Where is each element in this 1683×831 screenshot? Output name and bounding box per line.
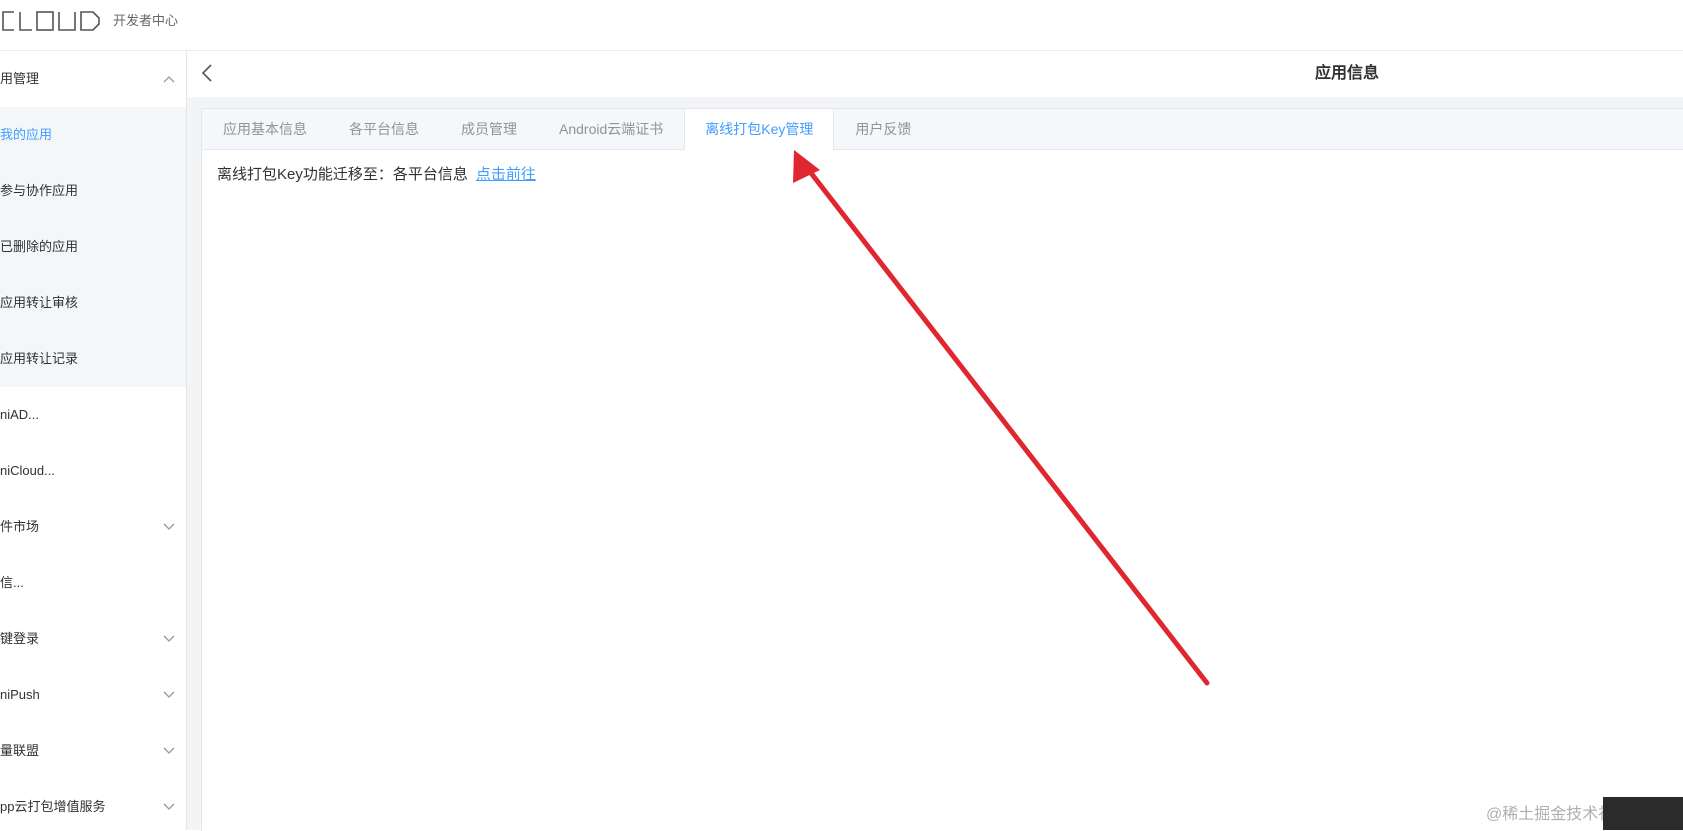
sidebar-item-traffic-alliance[interactable]: 量联盟: [0, 723, 186, 779]
migration-message: 离线打包Key功能迁移至：各平台信息: [217, 166, 468, 183]
chevron-left-icon: [201, 64, 212, 82]
chevron-down-icon: [162, 779, 176, 830]
sidebar: 用管理 我的应用 参与协作应用 已删除的应用 应用转让审核 应用转让记录 niA…: [0, 51, 187, 830]
tab-basic-info[interactable]: 应用基本信息: [202, 109, 328, 149]
sidebar-item-transfer-review[interactable]: 应用转让审核: [0, 275, 186, 331]
chevron-down-icon: [162, 611, 176, 667]
sidebar-item-unipush[interactable]: niPush: [0, 667, 186, 723]
sidebar-item-uniad[interactable]: niAD...: [0, 387, 186, 443]
sidebar-item-label: 量联盟: [0, 743, 40, 758]
logo-subtitle: 开发者中心: [113, 13, 179, 28]
corner-thumbnail: [1603, 797, 1683, 830]
sidebar-item-label: 件市场: [0, 519, 40, 534]
page-title: 应用信息: [1315, 65, 1380, 82]
chevron-down-icon: [162, 723, 176, 779]
sidebar-item-collab-apps[interactable]: 参与协作应用: [0, 163, 186, 219]
tab-members[interactable]: 成员管理: [440, 109, 538, 149]
sidebar-item-app-management[interactable]: 用管理: [0, 51, 186, 107]
sidebar-item-unicloud[interactable]: niCloud...: [0, 443, 186, 499]
chevron-down-icon: [162, 499, 176, 555]
migration-notice: 离线打包Key功能迁移至：各平台信息 点击前往: [217, 163, 536, 184]
sidebar-item-one-click-login[interactable]: 键登录: [0, 611, 186, 667]
sidebar-item-label: 应用转让记录: [0, 351, 79, 366]
sidebar-item-label: pp云打包增值服务: [0, 799, 106, 814]
sidebar-item-deleted-apps[interactable]: 已删除的应用: [0, 219, 186, 275]
tab-feedback[interactable]: 用户反馈: [834, 109, 932, 149]
sidebar-item-label: 已删除的应用: [0, 239, 79, 254]
back-button[interactable]: [197, 61, 217, 85]
sidebar-item-label: 应用转让审核: [0, 295, 79, 310]
tab-offline-key[interactable]: 离线打包Key管理: [684, 109, 835, 150]
sidebar-item-transfer-records[interactable]: 应用转让记录: [0, 331, 186, 387]
sidebar-item-label: niCloud...: [0, 463, 55, 478]
chevron-up-icon: [162, 51, 176, 107]
sidebar-item-label: 键登录: [0, 631, 40, 646]
sidebar-item-label: 用管理: [0, 71, 40, 86]
sidebar-item-label: 参与协作应用: [0, 183, 79, 198]
sidebar-item-label: 信...: [0, 575, 24, 590]
sidebar-item-my-apps[interactable]: 我的应用: [0, 107, 186, 163]
sidebar-submenu: 我的应用 参与协作应用 已删除的应用 应用转让审核 应用转让记录: [0, 107, 186, 387]
logo-mark: [2, 11, 100, 31]
sidebar-item-plugin-market[interactable]: 件市场: [0, 499, 186, 555]
sidebar-item-label: niPush: [0, 687, 40, 702]
tab-platform-info[interactable]: 各平台信息: [328, 109, 440, 149]
sidebar-item-label: niAD...: [0, 407, 40, 422]
chevron-down-icon: [162, 667, 176, 723]
top-bar: 开发者中心: [0, 0, 1683, 51]
main-area: 应用信息 应用基本信息 各平台信息 成员管理 Android云端证书 离线打包K…: [187, 51, 1683, 831]
logo[interactable]: 开发者中心: [0, 8, 178, 34]
page-header: 应用信息: [187, 51, 1683, 97]
sidebar-item-label: 我的应用: [0, 127, 53, 142]
sidebar-item-sms[interactable]: 信...: [0, 555, 186, 611]
go-link[interactable]: 点击前往: [476, 166, 536, 183]
tab-bar: 应用基本信息 各平台信息 成员管理 Android云端证书 离线打包Key管理 …: [202, 109, 1683, 150]
tab-card: 应用基本信息 各平台信息 成员管理 Android云端证书 离线打包Key管理 …: [201, 108, 1683, 831]
sidebar-item-cloud-packaging[interactable]: pp云打包增值服务: [0, 779, 186, 830]
tab-android-cert[interactable]: Android云端证书: [538, 109, 684, 149]
